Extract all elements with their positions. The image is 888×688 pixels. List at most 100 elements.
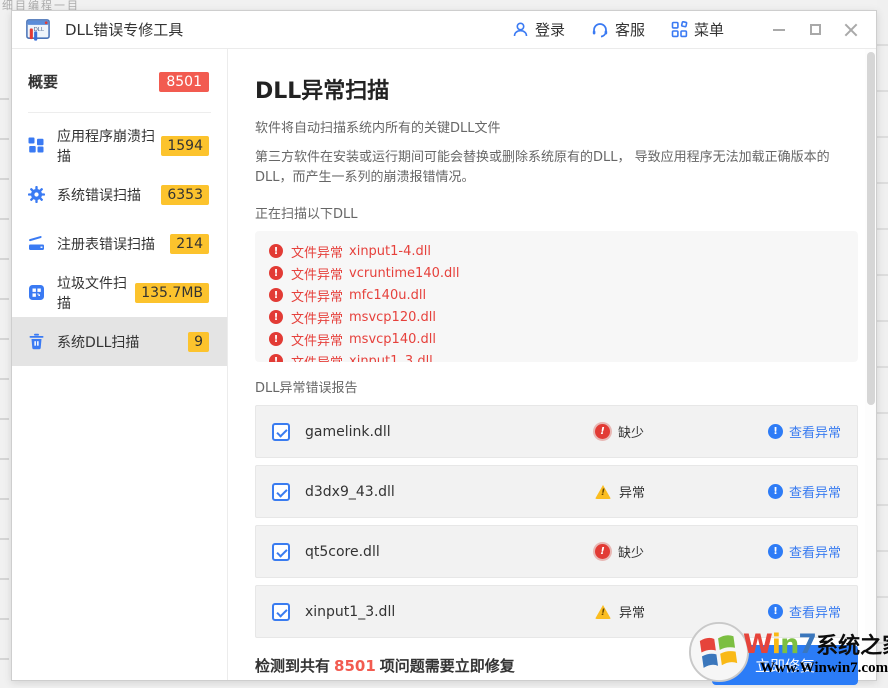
sidebar-item-system-dll-scan[interactable]: 系统DLL扫描 9 xyxy=(12,317,227,366)
warning-status-icon xyxy=(595,604,611,619)
row-checkbox[interactable] xyxy=(272,422,290,441)
scan-item-status: 文件异常 xyxy=(291,311,344,327)
scan-item: 文件异常 vcruntime140.dll xyxy=(269,262,844,284)
close-button[interactable] xyxy=(836,17,866,43)
view-exception-link[interactable]: 查看异常 xyxy=(767,542,841,561)
sidebar-item-system-error-scan[interactable]: 系统错误扫描 6353 xyxy=(12,170,227,219)
scan-item: 文件异常 msvcp120.dll xyxy=(269,306,844,328)
sidebar: 概要 8501 应用程序崩溃扫描 1594 系统错误扫描 6353 注册表错误扫… xyxy=(12,49,228,680)
sidebar-item-registry-error-scan[interactable]: 注册表错误扫描 214 xyxy=(12,219,227,268)
view-exception-label: 查看异常 xyxy=(788,486,841,501)
error-dot-icon xyxy=(269,244,283,258)
nav-badge: 214 xyxy=(170,233,209,254)
status-cell: 缺少 xyxy=(595,422,765,441)
scan-item-file: xinput1_3.dll xyxy=(349,353,433,363)
login-button[interactable]: 登录 xyxy=(512,19,565,40)
support-label: 客服 xyxy=(614,21,645,39)
background-ticks-left xyxy=(0,60,9,660)
close-icon xyxy=(844,23,858,37)
background-ticks-right xyxy=(877,0,888,688)
summary-suffix: 项问题需要立即修复 xyxy=(379,656,515,675)
nav-badge: 135.7MB xyxy=(135,282,209,303)
app-logo-icon: DLL xyxy=(26,19,50,41)
scan-item: 文件异常 xinput1-4.dll xyxy=(269,240,844,262)
row-checkbox[interactable] xyxy=(272,482,290,501)
nav-label: 垃圾文件扫描 xyxy=(57,275,127,312)
status-text: 异常 xyxy=(619,606,646,621)
support-button[interactable]: 客服 xyxy=(591,19,645,40)
scan-item-file: msvcp140.dll xyxy=(349,331,436,347)
sidebar-item-app-crash-scan[interactable]: 应用程序崩溃扫描 1594 xyxy=(12,121,227,170)
trash-icon xyxy=(29,333,44,350)
row-checkbox[interactable] xyxy=(272,602,290,621)
fix-now-button[interactable]: 立即修复 xyxy=(712,645,858,685)
login-label: 登录 xyxy=(534,21,565,39)
missing-status-icon xyxy=(595,544,610,559)
grid-menu-icon xyxy=(671,21,688,38)
status-text: 缺少 xyxy=(618,426,645,441)
menu-button[interactable]: 菜单 xyxy=(671,19,724,40)
summary-count: 8501 xyxy=(334,656,376,675)
row-checkbox[interactable] xyxy=(272,542,290,561)
scrollbar-thumb[interactable] xyxy=(867,52,875,405)
nav-label: 系统DLL扫描 xyxy=(57,334,140,351)
view-exception-label: 查看异常 xyxy=(788,546,841,561)
info-icon xyxy=(767,424,783,439)
menu-label: 菜单 xyxy=(693,21,724,39)
summary-prefix: 检测到共有 xyxy=(255,656,331,675)
error-dot-icon xyxy=(269,266,283,280)
scan-item-status: 文件异常 xyxy=(291,352,343,363)
missing-status-icon xyxy=(595,424,610,439)
maximize-button[interactable] xyxy=(800,17,830,43)
warning-status-icon xyxy=(595,484,611,499)
error-dot-icon xyxy=(269,354,283,362)
report-row: d3dx9_43.dll 异常 查看异常 xyxy=(255,465,858,518)
window-scrollbar[interactable] xyxy=(865,49,876,680)
user-icon xyxy=(513,22,528,37)
title-bar: DLL DLL错误专修工具 登录 客服 菜单 xyxy=(12,11,876,49)
scan-item-status: 文件异常 xyxy=(291,333,344,349)
info-icon xyxy=(767,484,783,499)
description-line1: 软件将自动扫描系统内所有的关键DLL文件 xyxy=(255,121,501,136)
dll-name: d3dx9_43.dll xyxy=(305,483,395,500)
view-exception-link[interactable]: 查看异常 xyxy=(767,482,841,501)
report-row: xinput1_3.dll 异常 查看异常 xyxy=(255,585,858,638)
minimize-button[interactable] xyxy=(764,17,794,43)
bottom-bar: 检测到共有 8501 项问题需要立即修复 立即修复 xyxy=(255,645,858,685)
minimize-icon xyxy=(773,28,785,31)
sidebar-item-overview[interactable]: 概要 8501 xyxy=(12,63,227,106)
window-title: DLL错误专修工具 xyxy=(65,21,184,39)
dll-name: gamelink.dll xyxy=(305,423,391,440)
gear-icon xyxy=(28,186,45,203)
nav-badge: 9 xyxy=(188,331,209,352)
summary-text: 检测到共有 8501 项问题需要立即修复 xyxy=(255,655,515,676)
nav-label: 注册表错误扫描 xyxy=(57,236,155,253)
dll-name: qt5core.dll xyxy=(305,543,380,560)
status-cell: 异常 xyxy=(595,482,765,501)
scan-item-status: 文件异常 xyxy=(291,245,344,261)
view-exception-link[interactable]: 查看异常 xyxy=(767,602,841,621)
report-row: gamelink.dll 缺少 查看异常 xyxy=(255,405,858,458)
info-icon xyxy=(767,544,783,559)
status-text: 异常 xyxy=(619,486,646,501)
status-text: 缺少 xyxy=(618,546,645,561)
scanning-label: 正在扫描以下DLL xyxy=(255,207,358,222)
page-title: DLL异常扫描 xyxy=(255,79,390,104)
junk-files-icon xyxy=(29,285,44,300)
nav-label: 系统错误扫描 xyxy=(57,187,141,204)
scan-item: 文件异常 mfc140u.dll xyxy=(269,284,844,306)
sidebar-item-junk-file-scan[interactable]: 垃圾文件扫描 135.7MB xyxy=(12,268,227,317)
report-label: DLL异常错误报告 xyxy=(255,381,358,396)
scan-item: 文件异常 msvcp140.dll xyxy=(269,328,844,350)
error-dot-icon xyxy=(269,310,283,324)
scan-item-file: xinput1-4.dll xyxy=(349,243,431,259)
description-line2: 第三方软件在安装或运行期间可能会替换或删除系统原有的DLL， 导致应用程序无法加… xyxy=(255,150,830,185)
nav-badge: 6353 xyxy=(161,184,209,205)
headset-icon xyxy=(592,22,608,37)
report-list: gamelink.dll 缺少 查看异常 xyxy=(255,405,858,638)
dll-name: xinput1_3.dll xyxy=(305,603,396,620)
view-exception-label: 查看异常 xyxy=(788,426,841,441)
view-exception-label: 查看异常 xyxy=(788,606,841,621)
view-exception-link[interactable]: 查看异常 xyxy=(767,422,841,441)
status-cell: 异常 xyxy=(595,602,765,621)
